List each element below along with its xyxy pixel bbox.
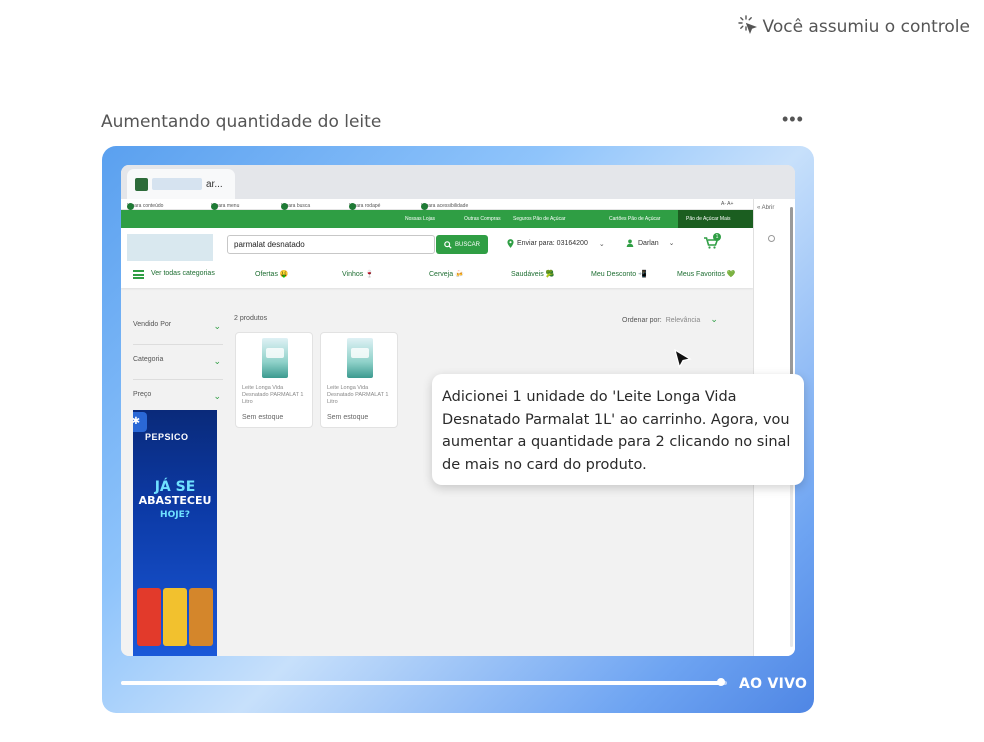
ad-brand: PEPSICO xyxy=(145,432,189,442)
category-link[interactable]: Meu Desconto 📲 xyxy=(591,270,647,278)
chevron-down-icon: ⌄ xyxy=(598,240,605,248)
redacted-logo[interactable] xyxy=(127,234,213,261)
more-options-button[interactable]: ••• xyxy=(782,110,806,132)
task-title: Aumentando quantidade do leite xyxy=(101,112,382,132)
pepsico-ad-banner[interactable]: ✱ PEPSICO JÁ SE ABASTECEU HOJE? xyxy=(133,410,217,656)
browser-tabbar: ar... xyxy=(121,165,795,199)
takeover-sparkle-icon xyxy=(737,14,757,39)
chevron-down-icon: ⌄ xyxy=(213,391,221,401)
top-nav-link[interactable]: Seguros Pão de Açúcar xyxy=(513,216,566,222)
category-link[interactable]: Saudáveis 🥦 xyxy=(511,270,554,278)
control-status-label: Você assumiu o controle xyxy=(762,16,970,37)
stock-status: Sem estoque xyxy=(327,414,369,421)
filter-vendido-por[interactable]: Vendido Por ⌄ xyxy=(133,321,223,345)
sort-select[interactable]: Ordenar por: Relevância ⌄ xyxy=(622,314,718,325)
chevron-down-icon: ⌄ xyxy=(668,240,675,247)
search-input[interactable]: parmalat desnatado xyxy=(227,235,435,254)
user-menu[interactable]: Darlan ⌄ xyxy=(626,239,675,247)
control-status[interactable]: Você assumiu o controle xyxy=(737,14,970,39)
top-nav: Nossas Lojas Outras Compras Seguros Pão … xyxy=(121,210,753,228)
chevron-down-icon: ⌄ xyxy=(710,314,718,324)
search-icon xyxy=(444,240,452,249)
site-favicon-icon xyxy=(135,177,148,191)
location-pin-icon xyxy=(507,239,514,248)
live-label: AO VIVO xyxy=(739,676,808,692)
agent-message-bubble: Adicionei 1 unidade do 'Leite Longa Vida… xyxy=(432,374,804,485)
category-link[interactable]: Cerveja 🍻 xyxy=(429,270,464,278)
category-link[interactable]: Vinhos 🍷 xyxy=(342,270,374,278)
agent-view: Você assumiu o controle Aumentando quant… xyxy=(0,0,984,742)
history-icon[interactable] xyxy=(768,235,775,242)
deliver-to[interactable]: Enviar para: 03164200 ⌄ xyxy=(507,239,605,248)
product-card[interactable]: Leite Longa Vida Desnatado PARMALAT 1 Li… xyxy=(235,332,313,428)
ad-headline: JÁ SE ABASTECEU HOJE? xyxy=(138,479,212,520)
product-image xyxy=(262,338,288,378)
product-name: Leite Longa Vida Desnatado PARMALAT 1 Li… xyxy=(327,385,389,405)
stock-status: Sem estoque xyxy=(242,414,284,421)
cart-count-badge: 1 xyxy=(713,233,721,241)
top-nav-link[interactable]: Cartões Pão de Açúcar xyxy=(609,216,660,222)
top-nav-link-active[interactable]: Pão de Açúcar Mais xyxy=(678,210,753,228)
product-card[interactable]: Leite Longa Vida Desnatado PARMALAT 1 Li… xyxy=(320,332,398,428)
tab-title: ar... xyxy=(206,178,223,190)
snack-pack-image xyxy=(189,588,213,646)
product-name: Leite Longa Vida Desnatado PARMALAT 1 Li… xyxy=(242,385,304,405)
category-link[interactable]: Ver todas categorias xyxy=(151,270,215,277)
mouse-cursor-icon xyxy=(674,349,692,369)
search-button[interactable]: BUSCAR xyxy=(436,235,488,254)
redacted-tab-text xyxy=(152,178,202,190)
open-panel-button[interactable]: « Abrir xyxy=(757,205,774,211)
font-size-controls[interactable]: A- A+ xyxy=(721,201,733,207)
snack-pack-image xyxy=(137,588,161,646)
user-icon xyxy=(626,239,634,247)
category-link[interactable]: Ofertas 🤑 xyxy=(255,270,289,278)
progress-knob[interactable] xyxy=(716,678,725,686)
chevron-down-icon: ⌄ xyxy=(213,356,221,366)
category-link[interactable]: Meus Favoritos 💚 xyxy=(677,270,736,278)
menu-icon[interactable] xyxy=(133,270,144,279)
progress-fill xyxy=(121,681,721,685)
top-nav-link[interactable]: Outras Compras xyxy=(464,216,501,222)
snack-pack-image xyxy=(163,588,187,646)
site-header: parmalat desnatado BUSCAR Enviar para: 0… xyxy=(121,228,753,288)
top-nav-link[interactable]: Nossas Lojas xyxy=(405,216,435,222)
product-image xyxy=(347,338,373,378)
browser-tab[interactable]: ar... xyxy=(127,169,235,199)
product-count: 2 produtos xyxy=(234,315,268,322)
ad-logo-icon: ✱ xyxy=(133,412,147,432)
search-button-label: BUSCAR xyxy=(454,241,480,248)
category-nav: Ver todas categorias Ofertas 🤑 Vinhos 🍷 … xyxy=(121,265,753,285)
cart-button[interactable]: 1 xyxy=(704,233,721,254)
accessibility-bar: Ir para conteúdo Ir para menu Ir para bu… xyxy=(121,199,753,210)
chevron-down-icon: ⌄ xyxy=(213,321,221,331)
filter-categoria[interactable]: Categoria ⌄ xyxy=(133,356,223,380)
live-progress-bar[interactable] xyxy=(121,678,727,686)
